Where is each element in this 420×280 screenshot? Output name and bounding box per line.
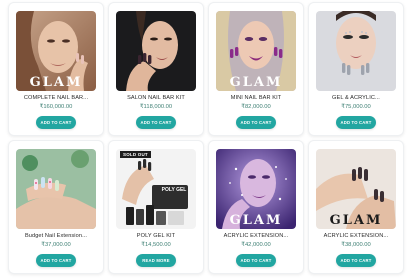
product-card: SOLD OUT POLY GEL POLY GEL KIT ₹14,500.0… <box>108 140 204 274</box>
product-logo-text: GLAM <box>329 213 383 228</box>
read-more-button[interactable]: READ MORE <box>136 254 176 267</box>
add-to-cart-button[interactable]: ADD TO CART <box>36 116 76 129</box>
add-to-cart-button[interactable]: ADD TO CART <box>236 116 276 129</box>
product-name[interactable]: COMPLETE NAIL BAR... <box>11 95 101 101</box>
add-to-cart-button[interactable]: ADD TO CART <box>136 116 176 129</box>
product-name[interactable]: Budget Nail Extension... <box>11 233 101 239</box>
product-price: ₹82,000.00 <box>241 104 271 110</box>
product-price: ₹37,000.00 <box>41 242 71 248</box>
add-to-cart-button[interactable]: ADD TO CART <box>36 254 76 267</box>
product-image[interactable]: SOLD OUT POLY GEL <box>116 149 196 229</box>
product-price: ₹160,000.00 <box>39 104 73 110</box>
product-image[interactable]: GLAM <box>216 149 296 229</box>
product-image[interactable] <box>116 11 196 91</box>
product-logo-text: GLAM <box>229 75 283 90</box>
product-name[interactable]: SALON NAIL BAR KIT <box>111 95 201 101</box>
product-card: GLAM COMPLETE NAIL BAR... ₹160,000.00 AD… <box>8 2 104 136</box>
product-price: ₹118,000.00 <box>139 104 173 110</box>
product-grid: GLAM COMPLETE NAIL BAR... ₹160,000.00 AD… <box>8 2 404 274</box>
add-to-cart-button[interactable]: ADD TO CART <box>336 116 376 129</box>
product-price: ₹38,000.00 <box>341 242 371 248</box>
product-logo-text: GLAM <box>229 213 283 228</box>
product-name[interactable]: MINI NAIL BAR KIT <box>211 95 301 101</box>
product-card: GLAM ACRYLIC EXTENSION... ₹42,000.00 ADD… <box>208 140 304 274</box>
product-card: GEL & ACRYLIC... ₹75,000.00 ADD TO CART <box>308 2 404 136</box>
product-name[interactable]: ACRYLIC EXTENSION... <box>211 233 301 239</box>
product-image[interactable]: GLAM <box>216 11 296 91</box>
product-card: GLAM ACRYLIC EXTENSION... ₹38,000.00 ADD… <box>308 140 404 274</box>
product-image[interactable] <box>316 11 396 91</box>
product-logo-text: POLY GEL <box>161 187 187 193</box>
product-price: ₹42,000.00 <box>241 242 271 248</box>
hands-floral-nails-image <box>16 149 96 229</box>
sold-out-badge: SOLD OUT <box>120 151 151 158</box>
product-image[interactable]: GLAM <box>316 149 396 229</box>
product-name[interactable]: POLY GEL KIT <box>111 233 201 239</box>
product-card: SALON NAIL BAR KIT ₹118,000.00 ADD TO CA… <box>108 2 204 136</box>
product-image[interactable] <box>16 149 96 229</box>
add-to-cart-button[interactable]: ADD TO CART <box>236 254 276 267</box>
product-price: ₹14,500.00 <box>141 242 171 248</box>
product-name[interactable]: GEL & ACRYLIC... <box>311 95 401 101</box>
woman-face-silver-nails-image <box>316 11 396 91</box>
product-price: ₹75,000.00 <box>341 104 371 110</box>
product-card: GLAM MINI NAIL BAR KIT ₹82,000.00 ADD TO… <box>208 2 304 136</box>
woman-face-dark-nails-image <box>116 11 196 91</box>
product-logo-text: GLAM <box>29 75 83 90</box>
add-to-cart-button[interactable]: ADD TO CART <box>336 254 376 267</box>
product-image[interactable]: GLAM <box>16 11 96 91</box>
product-name[interactable]: ACRYLIC EXTENSION... <box>311 233 401 239</box>
product-card: Budget Nail Extension... ₹37,000.00 ADD … <box>8 140 104 274</box>
